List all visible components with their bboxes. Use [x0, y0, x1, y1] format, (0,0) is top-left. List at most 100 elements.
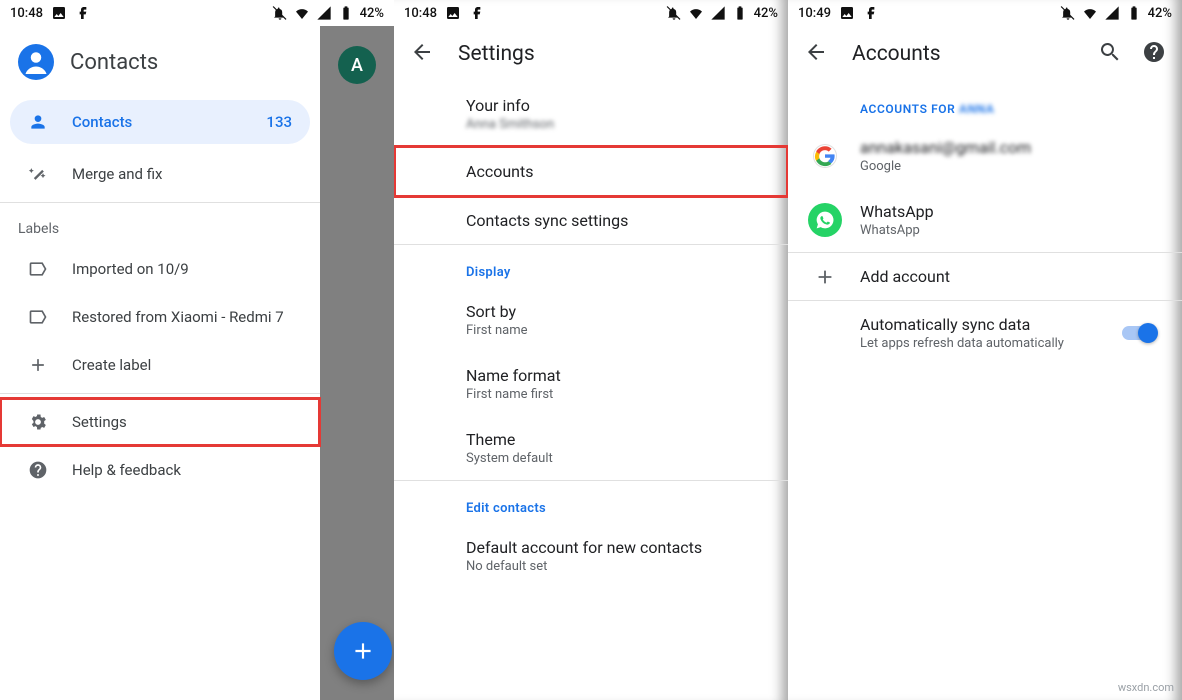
- add-account-label: Add account: [860, 267, 1158, 286]
- create-label[interactable]: Create label: [0, 341, 320, 389]
- theme-label: Theme: [466, 430, 764, 449]
- help-icon: [28, 460, 48, 480]
- battery-icon: [338, 5, 354, 21]
- merge-fix-label: Merge and fix: [72, 165, 162, 183]
- nav-drawer: Contacts Contacts 133 Merge and fix Labe…: [0, 26, 320, 674]
- default-account-item[interactable]: Default account for new contacts No defa…: [394, 524, 788, 588]
- back-button[interactable]: [804, 40, 828, 68]
- facebook-icon: [75, 5, 91, 21]
- sync-settings-item[interactable]: Contacts sync settings: [394, 197, 788, 244]
- battery-icon: [1126, 5, 1142, 21]
- back-button[interactable]: [410, 40, 434, 68]
- nav-help[interactable]: Help & feedback: [0, 446, 320, 494]
- person-icon: [28, 112, 48, 132]
- label-restored[interactable]: Restored from Xiaomi - Redmi 7: [0, 293, 320, 341]
- clock: 10:48: [404, 6, 437, 21]
- profile-avatar[interactable]: A: [338, 46, 376, 84]
- plus-icon: [28, 355, 48, 375]
- your-info-value: Anna Smithson: [466, 117, 764, 132]
- top-app-bar: Accounts: [788, 26, 1182, 82]
- accounts-for-header: Accounts for anna: [788, 82, 1182, 124]
- auto-sync-item[interactable]: Automatically sync data Let apps refresh…: [788, 301, 1182, 365]
- nav-merge-fix[interactable]: Merge and fix: [0, 150, 320, 198]
- whatsapp-account-item[interactable]: WhatsApp WhatsApp: [788, 188, 1182, 252]
- sort-by-item[interactable]: Sort by First name: [394, 288, 788, 352]
- facebook-icon: [469, 5, 485, 21]
- display-header: Display: [394, 245, 788, 288]
- top-app-bar: Settings: [394, 26, 788, 82]
- dnd-icon: [666, 5, 682, 21]
- status-bar: 10:48 42%: [0, 0, 394, 26]
- whatsapp-label: WhatsApp: [860, 202, 1158, 221]
- nav-settings[interactable]: Settings: [0, 398, 320, 446]
- accounts-label: Accounts: [466, 162, 764, 181]
- contacts-count: 133: [266, 113, 292, 131]
- battery-text: 42%: [360, 6, 384, 21]
- theme-value: System default: [466, 451, 764, 466]
- whatsapp-icon: [808, 203, 842, 237]
- sort-by-value: First name: [466, 323, 764, 338]
- google-account-item[interactable]: annakasani@gmail.com Google: [788, 124, 1182, 188]
- status-bar: 10:48 42%: [394, 0, 788, 26]
- facebook-icon: [863, 5, 879, 21]
- accounts-item[interactable]: Accounts: [394, 146, 788, 197]
- add-contact-fab[interactable]: [334, 622, 392, 680]
- gmail-provider: Google: [860, 159, 1158, 174]
- nav-contacts-label: Contacts: [72, 113, 132, 131]
- wand-icon: [28, 164, 48, 184]
- page-title: Accounts: [852, 42, 941, 66]
- image-icon: [839, 5, 855, 21]
- auto-sync-toggle[interactable]: [1122, 323, 1158, 343]
- gmail-address: annakasani@gmail.com: [860, 138, 1158, 157]
- name-format-value: First name first: [466, 387, 764, 402]
- edit-contacts-header: Edit contacts: [394, 481, 788, 524]
- status-bar: 10:49 42%: [788, 0, 1182, 26]
- name-format-label: Name format: [466, 366, 764, 385]
- contacts-logo-icon: [18, 44, 54, 80]
- watermark: wsxdn.com: [1118, 681, 1174, 694]
- search-button[interactable]: [1098, 40, 1122, 68]
- battery-text: 42%: [754, 6, 778, 21]
- dnd-icon: [272, 5, 288, 21]
- label-icon: [28, 259, 48, 279]
- battery-icon: [732, 5, 748, 21]
- wifi-icon: [294, 5, 310, 21]
- your-info-label: Your info: [466, 96, 764, 115]
- theme-item[interactable]: Theme System default: [394, 416, 788, 480]
- help-label: Help & feedback: [72, 461, 181, 479]
- google-icon: [808, 139, 842, 173]
- page-title: Settings: [458, 42, 535, 66]
- auto-sync-desc: Let apps refresh data automatically: [860, 336, 1112, 351]
- settings-label: Settings: [72, 413, 127, 431]
- wifi-icon: [1082, 5, 1098, 21]
- plus-icon: [808, 260, 842, 294]
- help-button[interactable]: [1142, 40, 1166, 68]
- label-imported[interactable]: Imported on 10/9: [0, 245, 320, 293]
- clock: 10:48: [10, 6, 43, 21]
- auto-sync-label: Automatically sync data: [860, 315, 1112, 334]
- sync-label: Contacts sync settings: [466, 211, 764, 230]
- label-icon: [28, 307, 48, 327]
- your-info-item[interactable]: Your info Anna Smithson: [394, 82, 788, 146]
- wifi-icon: [688, 5, 704, 21]
- battery-text: 42%: [1148, 6, 1172, 21]
- divider: [0, 393, 320, 394]
- create-label-text: Create label: [72, 356, 151, 374]
- dnd-icon: [1060, 5, 1076, 21]
- signal-icon: [316, 5, 332, 21]
- default-account-value: No default set: [466, 559, 764, 574]
- app-title: Contacts: [70, 50, 158, 75]
- sort-by-label: Sort by: [466, 302, 764, 321]
- labels-header: Labels: [0, 207, 320, 245]
- image-icon: [445, 5, 461, 21]
- default-account-label: Default account for new contacts: [466, 538, 764, 557]
- name-format-item[interactable]: Name format First name first: [394, 352, 788, 416]
- add-account-item[interactable]: Add account: [788, 253, 1182, 300]
- gear-icon: [28, 412, 48, 432]
- nav-contacts[interactable]: Contacts 133: [10, 100, 310, 144]
- signal-icon: [1104, 5, 1120, 21]
- signal-icon: [710, 5, 726, 21]
- label-restored-text: Restored from Xiaomi - Redmi 7: [72, 308, 284, 326]
- divider: [0, 202, 320, 203]
- clock: 10:49: [798, 6, 831, 21]
